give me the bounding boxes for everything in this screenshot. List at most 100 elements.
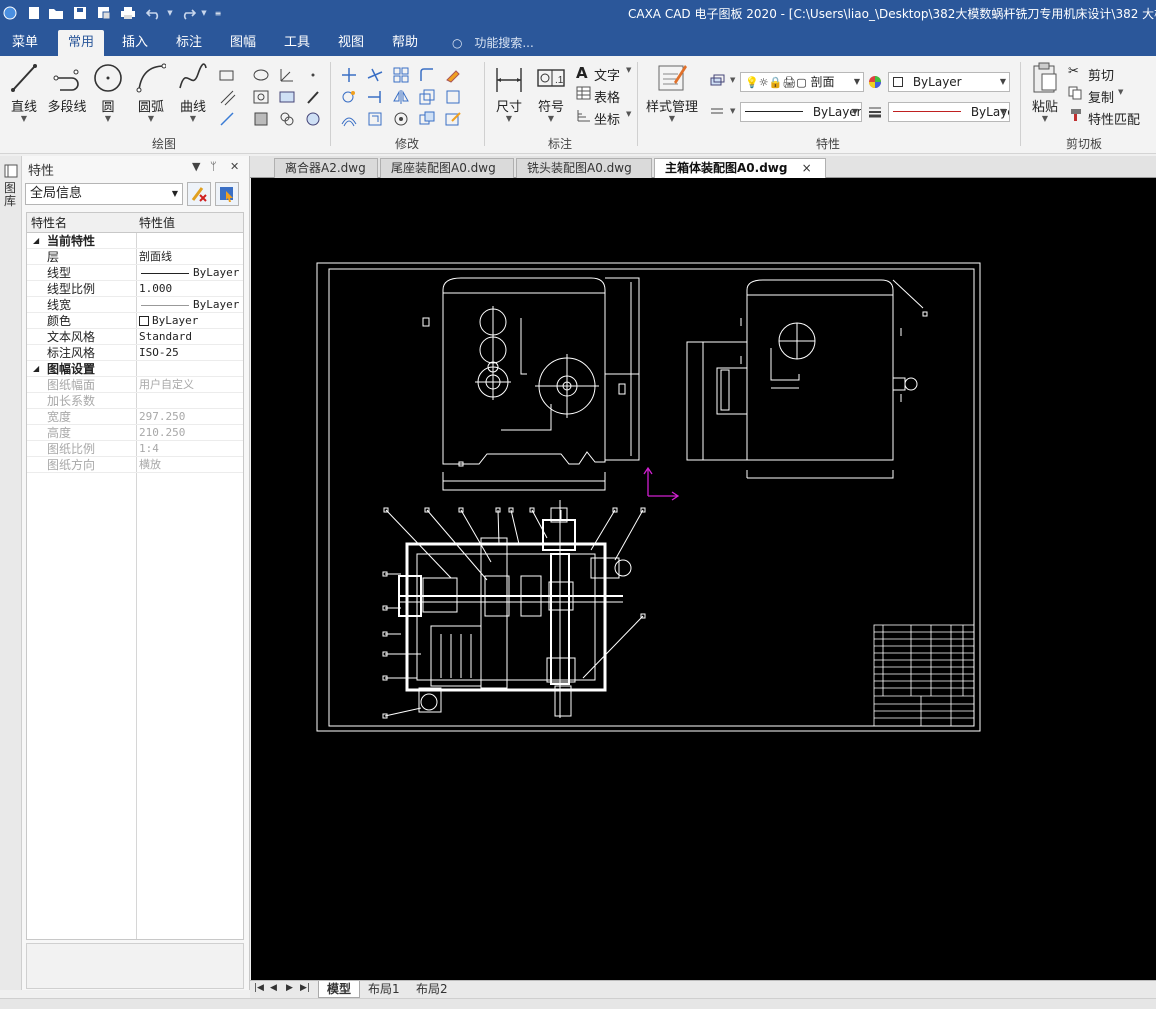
line-button[interactable]: 直线 ▼	[8, 62, 40, 123]
polyline-button[interactable]: 多段线	[46, 62, 88, 115]
fillet-icon[interactable]	[418, 66, 436, 84]
centerline-icon[interactable]	[278, 66, 296, 84]
layout-tab-layout1[interactable]: 布局1	[360, 981, 408, 998]
construction-line-icon[interactable]	[218, 110, 236, 128]
prev-layout-icon[interactable]: ◀	[270, 983, 277, 993]
rotate-icon[interactable]	[340, 88, 358, 106]
tab-sheet[interactable]: 图幅	[220, 30, 266, 56]
property-row-color[interactable]: 颜色 ByLayer	[27, 313, 243, 329]
hatch-icon[interactable]	[252, 88, 270, 106]
table-button[interactable]: 表格	[576, 86, 636, 106]
arc-button[interactable]: 圆弧 ▼	[134, 62, 168, 123]
tab-tools[interactable]: 工具	[274, 30, 320, 56]
library-tab[interactable]: 图库	[4, 182, 18, 208]
doc-tab-tailstock[interactable]: 尾座装配图A0.dwg	[380, 158, 514, 178]
linetype-settings-icon[interactable]	[708, 103, 726, 121]
layer-manager-icon[interactable]	[708, 72, 726, 90]
mirror-icon[interactable]	[392, 88, 410, 106]
panel-menu-icon[interactable]: ▼	[192, 160, 200, 173]
block-icon[interactable]	[278, 88, 296, 106]
quick-select-button[interactable]	[215, 182, 239, 206]
property-row-dim-style[interactable]: 标注风格 ISO-25	[27, 345, 243, 361]
paste-button[interactable]: 粘贴 ▼	[1028, 62, 1062, 123]
lineweight-icon[interactable]	[866, 103, 884, 121]
color-combo[interactable]: ByLayer ▼	[888, 72, 1010, 92]
close-tab-icon[interactable]: ×	[802, 161, 812, 175]
new-file-icon[interactable]	[24, 3, 44, 23]
tab-help[interactable]: 帮助	[382, 30, 428, 56]
parallel-line-icon[interactable]	[218, 88, 236, 106]
offset-icon[interactable]	[340, 110, 358, 128]
stretch-icon[interactable]	[366, 110, 384, 128]
drawing-canvas[interactable]	[251, 178, 1156, 980]
color-wheel-icon[interactable]	[866, 73, 884, 91]
save-icon[interactable]	[70, 3, 90, 23]
layout-tab-model[interactable]: 模型	[318, 981, 361, 998]
wipeout-icon[interactable]	[304, 110, 322, 128]
layout-tab-layout2[interactable]: 布局2	[408, 981, 456, 998]
linetype-combo[interactable]: ByLayer ▼	[740, 102, 862, 122]
extend-icon[interactable]	[366, 88, 384, 106]
section-current-properties[interactable]: ◢ 当前特性	[27, 233, 243, 249]
property-row-linetype[interactable]: 线型 ByLayer	[27, 265, 243, 281]
move-icon[interactable]	[340, 66, 358, 84]
customize-toolbar-icon[interactable]: ≡	[208, 3, 228, 23]
circle-button[interactable]: 圆 ▼	[92, 62, 124, 123]
lineweight-combo[interactable]: ByLaye ▼	[888, 102, 1010, 122]
layer-manager-dropdown-icon[interactable]: ▼	[730, 76, 735, 84]
scale-icon[interactable]	[418, 88, 436, 106]
property-filter-combo[interactable]: 全局信息 ▼	[25, 183, 183, 205]
style-manager-button[interactable]: 样式管理 ▼	[644, 62, 700, 123]
property-row-layer[interactable]: 层 剖面线	[27, 249, 243, 265]
point-icon[interactable]	[304, 66, 322, 84]
undo-dropdown-icon[interactable]: ▼	[160, 3, 180, 23]
coordinate-button[interactable]: 坐标 ▼	[576, 108, 636, 128]
doc-tab-clutch[interactable]: 离合器A2.dwg	[274, 158, 378, 178]
line-icon	[11, 64, 37, 92]
erase-icon[interactable]	[444, 66, 462, 84]
cut-button[interactable]: ✂ 剪切	[1068, 64, 1148, 84]
trim-icon[interactable]	[366, 66, 384, 84]
property-row-lineweight[interactable]: 线宽 ByLayer	[27, 297, 243, 313]
doc-tab-main-housing[interactable]: 主箱体装配图A0.dwg ×	[654, 158, 826, 178]
panel-pin-icon[interactable]: ᛘ	[210, 160, 217, 173]
doc-tab-milling-head[interactable]: 铣头装配图A0.dwg	[516, 158, 652, 178]
pen-icon[interactable]	[304, 88, 322, 106]
last-layout-icon[interactable]: ▶|	[300, 983, 310, 993]
tab-insert[interactable]: 插入	[112, 30, 158, 56]
layer-combo[interactable]: 💡☼🔒🖨▢ 剖面 ▼	[740, 72, 864, 92]
copy-object-icon[interactable]	[418, 110, 436, 128]
curve-button[interactable]: 曲线 ▼	[176, 62, 210, 123]
break-icon[interactable]	[392, 110, 410, 128]
ellipse-icon[interactable]	[252, 66, 270, 84]
copy-button[interactable]: 复制 ▼	[1068, 86, 1148, 106]
ribbon: 直线 ▼ 多段线 圆 ▼ 圆弧 ▼ 曲线 ▼ 绘图 修改 尺寸 ▼ .1 符号 …	[0, 56, 1156, 154]
library-icon[interactable]	[4, 164, 18, 178]
rectangle-icon[interactable]	[218, 66, 236, 84]
clear-selection-button[interactable]	[187, 182, 211, 206]
match-properties-button[interactable]: 特性匹配	[1068, 108, 1154, 128]
feature-search[interactable]: ○ 功能搜索...	[452, 34, 534, 51]
first-layout-icon[interactable]: |◀	[254, 983, 264, 993]
tab-menu[interactable]: 菜单	[2, 30, 48, 56]
panel-close-icon[interactable]: ✕	[230, 160, 239, 173]
open-file-icon[interactable]	[46, 3, 66, 23]
next-layout-icon[interactable]: ▶	[286, 983, 293, 993]
property-row-linetype-scale[interactable]: 线型比例 1.000	[27, 281, 243, 297]
tab-view[interactable]: 视图	[328, 30, 374, 56]
dimension-button[interactable]: 尺寸 ▼	[492, 62, 526, 123]
linetype-settings-dropdown-icon[interactable]: ▼	[730, 107, 735, 115]
boundary-icon[interactable]	[278, 110, 296, 128]
property-row-text-style[interactable]: 文本风格 Standard	[27, 329, 243, 345]
explode-icon[interactable]	[444, 88, 462, 106]
tab-common[interactable]: 常用	[58, 30, 105, 56]
section-sheet-settings[interactable]: ◢ 图幅设置	[27, 361, 243, 377]
edit-icon[interactable]	[444, 110, 462, 128]
text-button[interactable]: A 文字 ▼	[576, 64, 636, 84]
save-as-icon[interactable]	[94, 3, 114, 23]
tab-annotate[interactable]: 标注	[166, 30, 212, 56]
print-icon[interactable]	[118, 3, 138, 23]
array-icon[interactable]	[392, 66, 410, 84]
symbol-button[interactable]: .1 符号 ▼	[534, 62, 568, 123]
region-icon[interactable]	[252, 110, 270, 128]
